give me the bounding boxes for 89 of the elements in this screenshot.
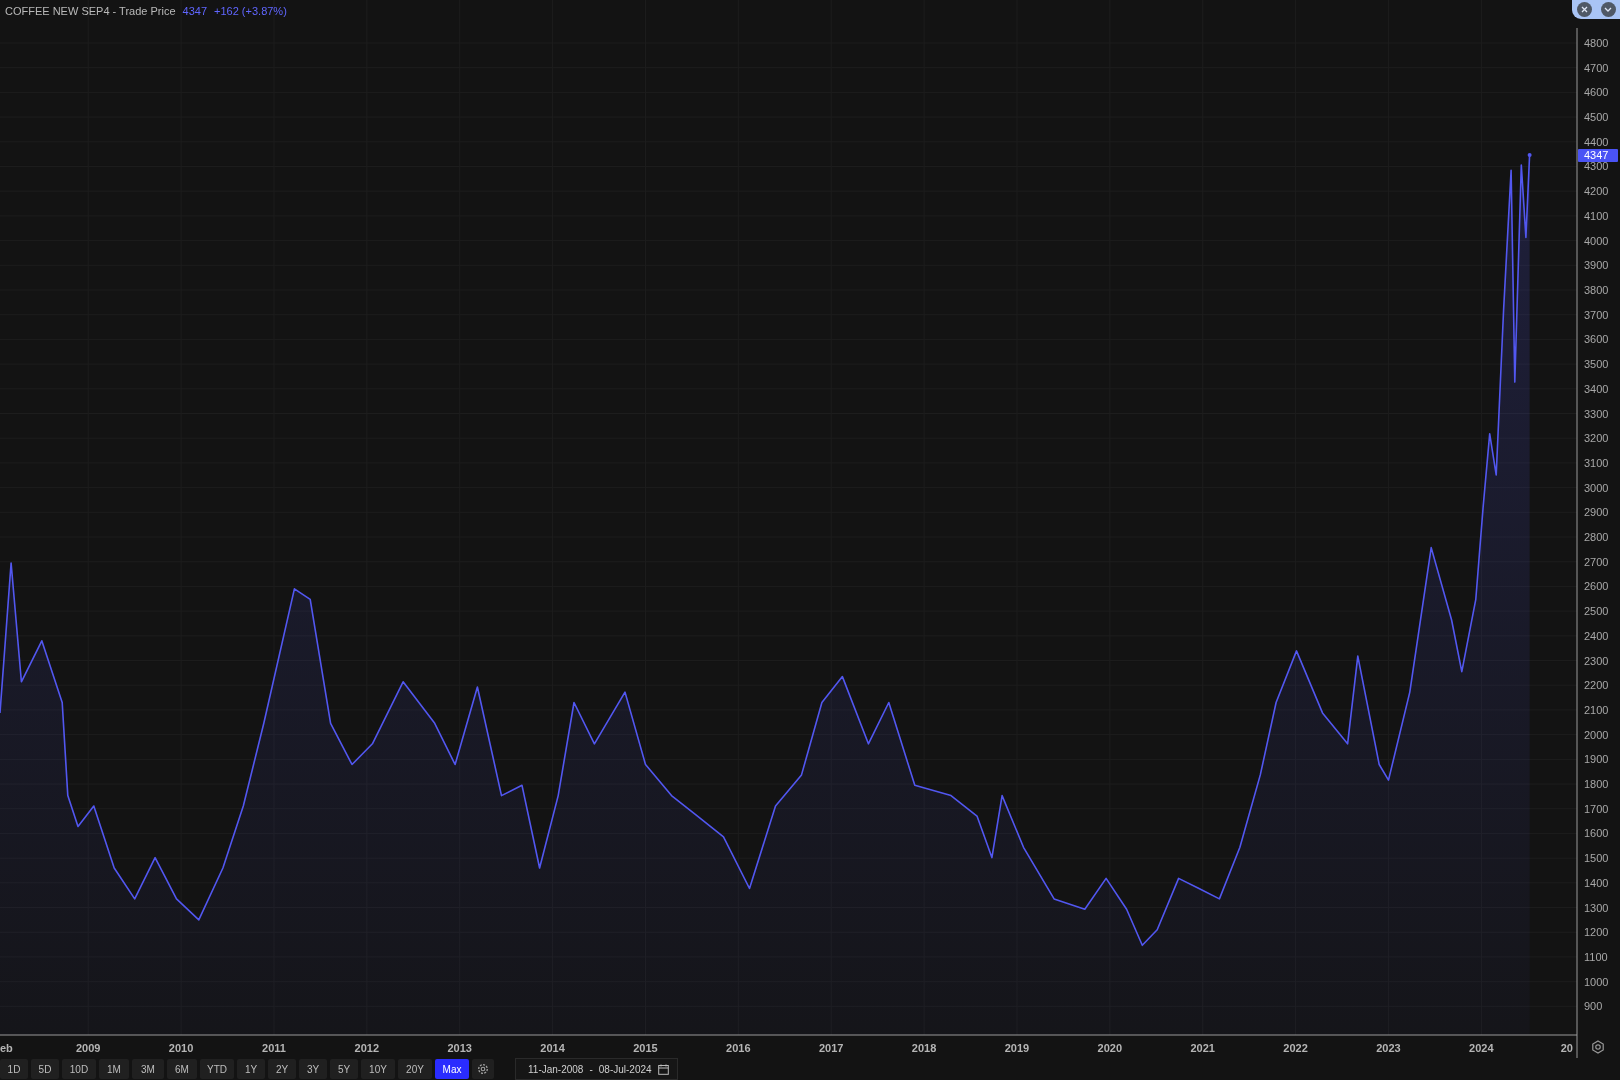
y-axis-label: 900 xyxy=(1584,1000,1603,1013)
range-button[interactable]: 10Y xyxy=(361,1059,395,1079)
y-axis-label: 1700 xyxy=(1584,802,1609,815)
date-to: 08-Jul-2024 xyxy=(598,1063,652,1075)
range-button[interactable]: 2Y xyxy=(268,1059,296,1079)
y-axis-label: 3900 xyxy=(1584,259,1609,272)
range-button[interactable]: 5Y xyxy=(330,1059,358,1079)
y-axis-label: 4200 xyxy=(1584,185,1609,198)
y-axis-label: 3200 xyxy=(1584,432,1609,445)
x-axis-label: 2012 xyxy=(354,1042,380,1054)
y-axis-label: 3700 xyxy=(1584,308,1609,321)
y-axis-label: 1800 xyxy=(1584,778,1609,791)
x-axis-label: 2009 xyxy=(76,1042,101,1054)
y-axis-label: 2000 xyxy=(1584,728,1609,741)
x-axis-label: 2015 xyxy=(633,1042,658,1054)
y-axis-label: 1600 xyxy=(1584,827,1609,840)
y-axis-label: 3300 xyxy=(1584,407,1609,420)
y-axis-label: 3000 xyxy=(1584,481,1609,494)
collapse-button[interactable] xyxy=(1600,2,1616,17)
range-button[interactable]: 10D xyxy=(62,1059,96,1079)
y-axis-label: 4600 xyxy=(1584,86,1609,99)
y-axis-label: 2500 xyxy=(1584,605,1609,618)
range-button[interactable]: YTD xyxy=(200,1059,234,1079)
x-axis-label: 2019 xyxy=(1004,1042,1030,1054)
chevron-down-icon xyxy=(1604,7,1612,12)
y-axis-label: 1900 xyxy=(1584,753,1609,766)
price-change: +162 (+3.87%) xyxy=(214,5,287,17)
y-axis-label: 4000 xyxy=(1584,234,1609,247)
y-axis-label: 4400 xyxy=(1584,135,1609,148)
y-axis-label: 3600 xyxy=(1584,333,1609,346)
range-button[interactable]: 20Y xyxy=(398,1059,432,1079)
x-axis-label: 20 xyxy=(1560,1042,1573,1054)
last-price: 4347 xyxy=(182,5,208,17)
x-axis-label: 2011 xyxy=(262,1042,286,1054)
y-axis-label: 4700 xyxy=(1584,61,1609,74)
range-button[interactable]: 1D xyxy=(0,1059,28,1079)
x-axis-label: 2018 xyxy=(911,1042,937,1054)
settings-icon xyxy=(477,1063,489,1075)
y-axis-label: 2700 xyxy=(1584,555,1609,568)
y-axis-label: 1200 xyxy=(1584,926,1609,939)
y-axis-label: 2300 xyxy=(1584,654,1609,667)
last-price-marker xyxy=(1527,152,1532,157)
x-axis-label: 2014 xyxy=(540,1042,565,1054)
range-button[interactable]: 5D xyxy=(31,1059,59,1079)
y-axis-label: 3400 xyxy=(1584,382,1609,395)
x-axis-label: 2013 xyxy=(447,1042,472,1054)
y-axis-label: 4100 xyxy=(1584,209,1609,222)
date-separator: - xyxy=(589,1063,593,1075)
x-axis-label: 2016 xyxy=(726,1042,751,1054)
y-axis-label: 1300 xyxy=(1584,901,1609,914)
y-axis-label: 3500 xyxy=(1584,358,1609,371)
y-axis-label: 4800 xyxy=(1584,37,1609,49)
settings-button[interactable] xyxy=(472,1059,494,1079)
calendar-icon xyxy=(657,1063,669,1075)
range-button[interactable]: 1Y xyxy=(237,1059,265,1079)
range-button[interactable]: 3M xyxy=(132,1059,164,1079)
close-icon xyxy=(1580,6,1588,13)
x-axis-label: 2023 xyxy=(1376,1042,1401,1054)
y-axis-label: 2900 xyxy=(1584,506,1609,519)
y-axis-label: 4500 xyxy=(1584,111,1609,124)
x-axis-label: 2024 xyxy=(1469,1042,1494,1054)
settings-icon[interactable] xyxy=(1592,1040,1604,1054)
y-axis-label: 2100 xyxy=(1584,703,1609,716)
date-from: 11-Jan-2008 xyxy=(528,1063,584,1075)
range-button[interactable]: 3Y xyxy=(299,1059,327,1079)
y-axis-label: 2200 xyxy=(1584,679,1609,692)
range-button[interactable]: 1M xyxy=(99,1059,129,1079)
y-axis-label: 1500 xyxy=(1584,852,1609,865)
x-axis-label: 2017 xyxy=(819,1042,844,1054)
y-axis-label: 3800 xyxy=(1584,284,1609,296)
y-axis-label: 3100 xyxy=(1584,456,1609,469)
x-axis-label: eb xyxy=(0,1042,13,1054)
x-axis-label: 2010 xyxy=(168,1042,194,1054)
range-button[interactable]: 6M xyxy=(167,1059,197,1079)
x-axis-label: 2020 xyxy=(1097,1042,1123,1054)
y-axis-label: 4300 xyxy=(1584,160,1609,173)
y-axis-label: 2600 xyxy=(1584,580,1609,593)
range-button[interactable]: Max xyxy=(435,1059,469,1079)
x-axis-label: 2021 xyxy=(1190,1042,1215,1054)
y-axis-label: 1100 xyxy=(1584,950,1608,963)
y-axis-label: 1400 xyxy=(1584,876,1609,889)
last-price-badge: 4347 xyxy=(1578,148,1618,162)
y-axis-label: 2800 xyxy=(1584,531,1609,543)
y-axis-label: 2400 xyxy=(1584,629,1609,642)
close-button[interactable] xyxy=(1576,2,1592,17)
y-axis-label: 1000 xyxy=(1584,975,1609,988)
x-axis-label: 2022 xyxy=(1283,1042,1308,1054)
instrument-title: COFFEE NEW SEP4 - Trade Price xyxy=(5,5,176,17)
date-range-field[interactable]: 11-Jan-2008 - 08-Jul-2024 xyxy=(515,1058,678,1080)
